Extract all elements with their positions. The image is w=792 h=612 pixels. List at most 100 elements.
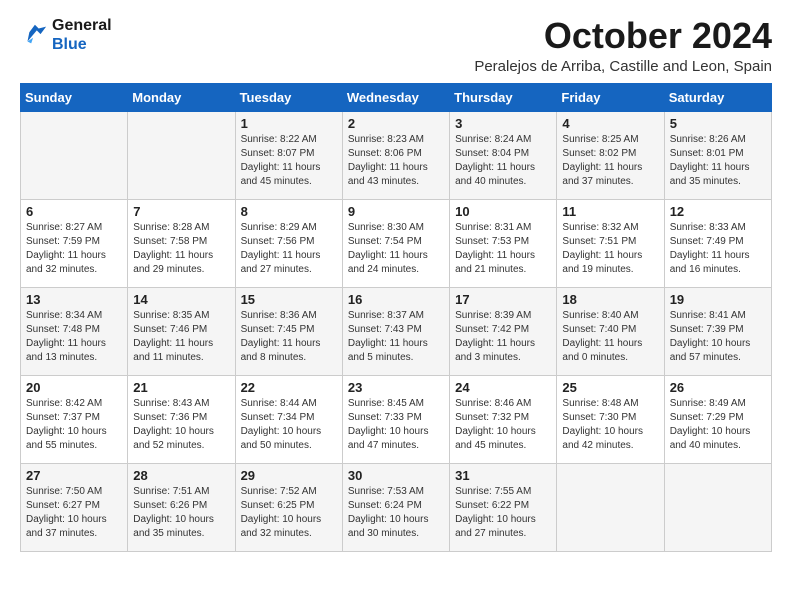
- calendar-empty-cell: [21, 111, 128, 199]
- calendar-day-25: 25 Sunrise: 8:48 AM Sunset: 7:30 PM Dayli…: [557, 375, 664, 463]
- day-number: 27: [26, 468, 122, 483]
- weekday-header-row: SundayMondayTuesdayWednesdayThursdayFrid…: [21, 83, 772, 111]
- calendar-day-3: 3Sunrise: 8:24 AM Sunset: 8:04 PM Daylig…: [450, 111, 557, 199]
- day-number: 15: [241, 292, 337, 307]
- day-info: Sunrise: 8:39 AM Sunset: 7:42 PM Dayligh…: [455, 309, 551, 365]
- day-info: Sunrise: 8:40 AM Sunset: 7:40 PM Dayligh…: [562, 309, 658, 365]
- month-title: October 2024: [474, 16, 772, 56]
- calendar-week-row: 1Sunrise: 8:22 AM Sunset: 8:07 PM Daylig…: [21, 111, 772, 199]
- day-info: Sunrise: 8:27 AM Sunset: 7:59 PM Dayligh…: [26, 221, 122, 277]
- day-number: 5: [670, 116, 766, 131]
- logo-text: General Blue: [52, 16, 112, 54]
- weekday-header-thursday: Thursday: [450, 83, 557, 111]
- calendar-day-12: 12 Sunrise: 8:33 AM Sunset: 7:49 PM Dayli…: [664, 199, 771, 287]
- day-info: Sunrise: 8:45 AM Sunset: 7:33 PM Dayligh…: [348, 397, 444, 453]
- day-info: Sunrise: 7:53 AM Sunset: 6:24 PM Dayligh…: [348, 485, 444, 541]
- calendar-day-2: 2Sunrise: 8:23 AM Sunset: 8:06 PM Daylig…: [342, 111, 449, 199]
- day-info: Sunrise: 8:33 AM Sunset: 7:49 PM Dayligh…: [670, 221, 766, 277]
- weekday-header-monday: Monday: [128, 83, 235, 111]
- calendar-day-6: 6 Sunrise: 8:27 AM Sunset: 7:59 PM Daylig…: [21, 199, 128, 287]
- calendar-day-31: 31Sunrise: 7:55 AM Sunset: 6:22 PM Dayli…: [450, 463, 557, 551]
- day-number: 31: [455, 468, 551, 483]
- calendar-day-13: 13Sunrise: 8:34 AM Sunset: 7:48 PM Dayli…: [21, 287, 128, 375]
- day-number: 8: [241, 204, 337, 219]
- weekday-header-wednesday: Wednesday: [342, 83, 449, 111]
- logo: General Blue: [20, 16, 112, 54]
- title-area: October 2024 Peralejos de Arriba, Castil…: [474, 16, 772, 75]
- day-number: 10: [455, 204, 551, 219]
- calendar-table: SundayMondayTuesdayWednesdayThursdayFrid…: [20, 83, 772, 552]
- day-number: 26: [670, 380, 766, 395]
- calendar-day-9: 9 Sunrise: 8:30 AM Sunset: 7:54 PM Daylig…: [342, 199, 449, 287]
- day-info: Sunrise: 8:42 AM Sunset: 7:37 PM Dayligh…: [26, 397, 122, 453]
- logo-icon: [20, 21, 48, 49]
- calendar-day-30: 30 Sunrise: 7:53 AM Sunset: 6:24 PM Dayli…: [342, 463, 449, 551]
- day-info: Sunrise: 8:37 AM Sunset: 7:43 PM Dayligh…: [348, 309, 444, 365]
- calendar-day-26: 26 Sunrise: 8:49 AM Sunset: 7:29 PM Dayli…: [664, 375, 771, 463]
- calendar-day-19: 19 Sunrise: 8:41 AM Sunset: 7:39 PM Dayli…: [664, 287, 771, 375]
- calendar-day-27: 27 Sunrise: 7:50 AM Sunset: 6:27 PM Dayli…: [21, 463, 128, 551]
- day-number: 6: [26, 204, 122, 219]
- day-info: Sunrise: 8:49 AM Sunset: 7:29 PM Dayligh…: [670, 397, 766, 453]
- calendar-day-7: 7 Sunrise: 8:28 AM Sunset: 7:58 PM Daylig…: [128, 199, 235, 287]
- calendar-empty-cell: [128, 111, 235, 199]
- calendar-day-11: 11Sunrise: 8:32 AM Sunset: 7:51 PM Dayli…: [557, 199, 664, 287]
- calendar-empty-cell: [664, 463, 771, 551]
- day-number: 20: [26, 380, 122, 395]
- day-info: Sunrise: 8:48 AM Sunset: 7:30 PM Dayligh…: [562, 397, 658, 453]
- calendar-day-8: 8 Sunrise: 8:29 AM Sunset: 7:56 PM Daylig…: [235, 199, 342, 287]
- calendar-day-29: 29Sunrise: 7:52 AM Sunset: 6:25 PM Dayli…: [235, 463, 342, 551]
- day-number: 11: [562, 204, 658, 219]
- day-number: 9: [348, 204, 444, 219]
- day-info: Sunrise: 7:50 AM Sunset: 6:27 PM Dayligh…: [26, 485, 122, 541]
- weekday-header-tuesday: Tuesday: [235, 83, 342, 111]
- day-number: 30: [348, 468, 444, 483]
- day-info: Sunrise: 8:23 AM Sunset: 8:06 PM Dayligh…: [348, 133, 444, 189]
- calendar-day-22: 22 Sunrise: 8:44 AM Sunset: 7:34 PM Dayli…: [235, 375, 342, 463]
- calendar-day-21: 21Sunrise: 8:43 AM Sunset: 7:36 PM Dayli…: [128, 375, 235, 463]
- calendar-day-10: 10 Sunrise: 8:31 AM Sunset: 7:53 PM Dayli…: [450, 199, 557, 287]
- day-number: 1: [241, 116, 337, 131]
- day-number: 4: [562, 116, 658, 131]
- day-number: 7: [133, 204, 229, 219]
- calendar-week-row: 20 Sunrise: 8:42 AM Sunset: 7:37 PM Dayli…: [21, 375, 772, 463]
- calendar-day-28: 28Sunrise: 7:51 AM Sunset: 6:26 PM Dayli…: [128, 463, 235, 551]
- calendar-day-16: 16Sunrise: 8:37 AM Sunset: 7:43 PM Dayli…: [342, 287, 449, 375]
- day-number: 12: [670, 204, 766, 219]
- weekday-header-saturday: Saturday: [664, 83, 771, 111]
- header: General Blue October 2024 Peralejos de A…: [20, 16, 772, 75]
- day-info: Sunrise: 8:28 AM Sunset: 7:58 PM Dayligh…: [133, 221, 229, 277]
- day-number: 3: [455, 116, 551, 131]
- day-info: Sunrise: 8:26 AM Sunset: 8:01 PM Dayligh…: [670, 133, 766, 189]
- day-info: Sunrise: 8:31 AM Sunset: 7:53 PM Dayligh…: [455, 221, 551, 277]
- calendar-day-15: 15 Sunrise: 8:36 AM Sunset: 7:45 PM Dayli…: [235, 287, 342, 375]
- day-number: 18: [562, 292, 658, 307]
- day-info: Sunrise: 8:25 AM Sunset: 8:02 PM Dayligh…: [562, 133, 658, 189]
- day-number: 29: [241, 468, 337, 483]
- weekday-header-sunday: Sunday: [21, 83, 128, 111]
- day-info: Sunrise: 8:30 AM Sunset: 7:54 PM Dayligh…: [348, 221, 444, 277]
- calendar-day-24: 24Sunrise: 8:46 AM Sunset: 7:32 PM Dayli…: [450, 375, 557, 463]
- calendar-day-17: 17 Sunrise: 8:39 AM Sunset: 7:42 PM Dayli…: [450, 287, 557, 375]
- calendar-day-14: 14Sunrise: 8:35 AM Sunset: 7:46 PM Dayli…: [128, 287, 235, 375]
- day-info: Sunrise: 8:43 AM Sunset: 7:36 PM Dayligh…: [133, 397, 229, 453]
- calendar-empty-cell: [557, 463, 664, 551]
- day-number: 25: [562, 380, 658, 395]
- day-info: Sunrise: 8:46 AM Sunset: 7:32 PM Dayligh…: [455, 397, 551, 453]
- calendar-week-row: 13Sunrise: 8:34 AM Sunset: 7:48 PM Dayli…: [21, 287, 772, 375]
- weekday-header-friday: Friday: [557, 83, 664, 111]
- location-subtitle: Peralejos de Arriba, Castille and Leon, …: [474, 58, 772, 75]
- day-number: 14: [133, 292, 229, 307]
- day-info: Sunrise: 8:41 AM Sunset: 7:39 PM Dayligh…: [670, 309, 766, 365]
- day-number: 17: [455, 292, 551, 307]
- day-info: Sunrise: 8:36 AM Sunset: 7:45 PM Dayligh…: [241, 309, 337, 365]
- day-number: 23: [348, 380, 444, 395]
- day-info: Sunrise: 8:44 AM Sunset: 7:34 PM Dayligh…: [241, 397, 337, 453]
- calendar-week-row: 27 Sunrise: 7:50 AM Sunset: 6:27 PM Dayli…: [21, 463, 772, 551]
- day-number: 19: [670, 292, 766, 307]
- calendar-day-1: 1Sunrise: 8:22 AM Sunset: 8:07 PM Daylig…: [235, 111, 342, 199]
- calendar-day-4: 4 Sunrise: 8:25 AM Sunset: 8:02 PM Daylig…: [557, 111, 664, 199]
- day-info: Sunrise: 8:34 AM Sunset: 7:48 PM Dayligh…: [26, 309, 122, 365]
- day-info: Sunrise: 8:29 AM Sunset: 7:56 PM Dayligh…: [241, 221, 337, 277]
- day-number: 22: [241, 380, 337, 395]
